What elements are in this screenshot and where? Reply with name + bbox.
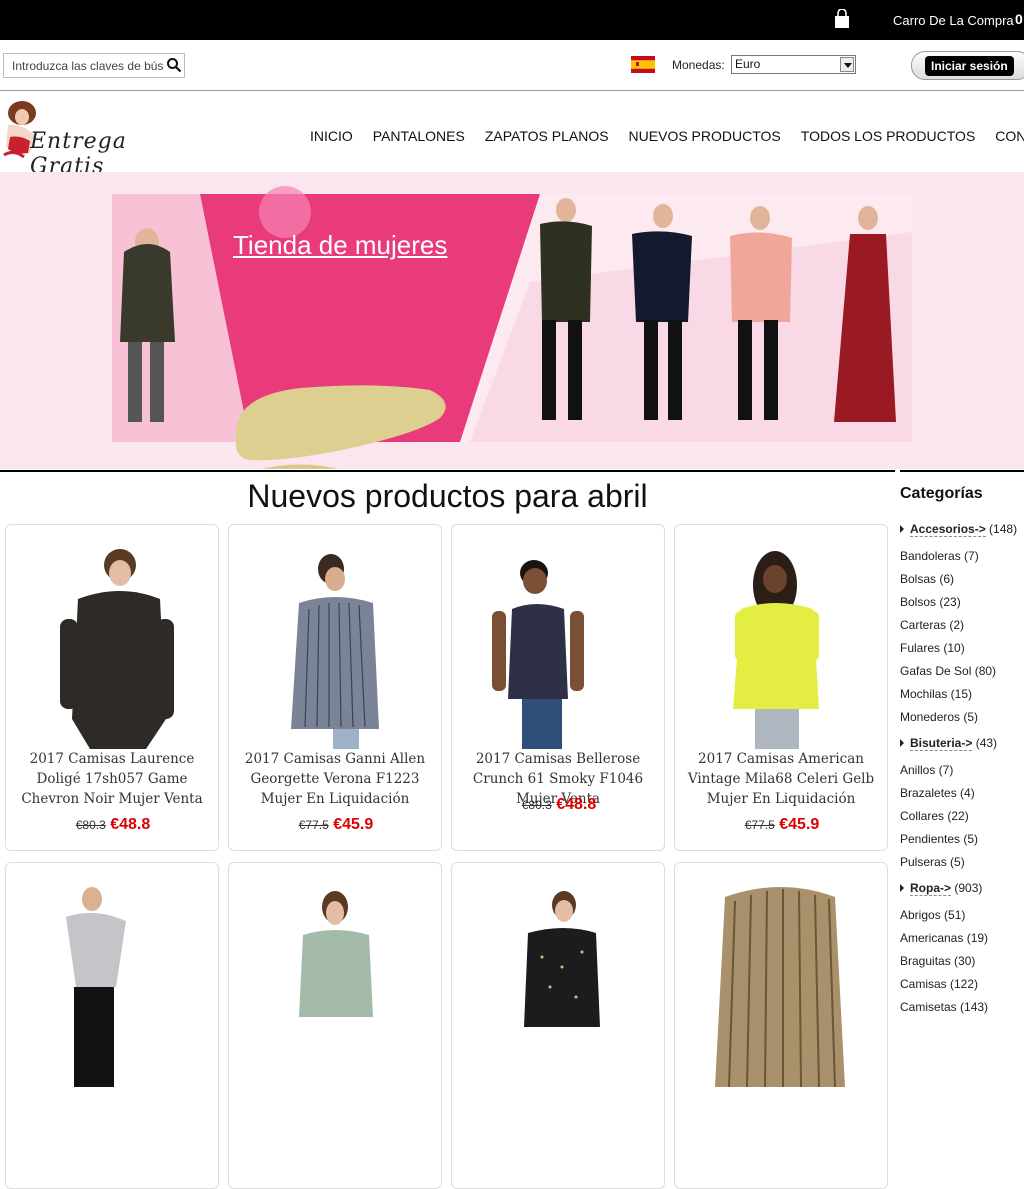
search-input[interactable] xyxy=(4,54,164,77)
product-image[interactable] xyxy=(452,539,665,749)
sale-price: €45.9 xyxy=(779,816,820,833)
section-divider xyxy=(0,470,895,472)
sale-price: €48.8 xyxy=(110,816,151,833)
category-item[interactable]: Monederos (5) xyxy=(900,710,978,724)
price-row: €77.5 €45.9 xyxy=(229,816,441,834)
cart-count: 0 xyxy=(1015,11,1023,27)
categories-title: Categorías xyxy=(900,485,983,502)
caret-right-icon xyxy=(900,525,904,533)
category-item[interactable]: Pendientes (5) xyxy=(900,832,978,846)
category-item[interactable]: Camisetas (143) xyxy=(900,1000,988,1014)
nav-item-inicio[interactable]: INICIO xyxy=(310,128,353,144)
chevron-down-icon[interactable] xyxy=(840,57,854,72)
category-item[interactable]: Gafas De Sol (80) xyxy=(900,664,996,678)
header-divider xyxy=(0,90,1024,91)
spain-flag-icon[interactable] xyxy=(631,56,655,73)
category-item[interactable]: Anillos (7) xyxy=(900,763,953,777)
caret-right-icon xyxy=(900,739,904,747)
product-card[interactable] xyxy=(228,862,442,1189)
price-row: €80.3 €48.8 xyxy=(6,816,218,834)
category-item[interactable]: Pulseras (5) xyxy=(900,855,965,869)
currency-selected-value: Euro xyxy=(735,57,761,71)
product-card[interactable] xyxy=(5,862,219,1189)
product-name[interactable]: 2017 Camisas Ganni Allen Georgette Veron… xyxy=(237,749,433,809)
product-card[interactable]: 2017 Camisas Laurence Doligé 17sh057 Gam… xyxy=(5,524,219,851)
category-parent-label[interactable]: Bisuteria-> xyxy=(910,736,973,751)
hero-banner[interactable]: Tienda de mujeres xyxy=(0,172,1024,469)
price-row: €80.3 €48.8 xyxy=(452,796,664,814)
product-card[interactable] xyxy=(451,862,665,1189)
category-item[interactable]: Fulares (10) xyxy=(900,641,965,655)
main-nav: INICIO PANTALONES ZAPATOS PLANOS NUEVOS PRO… xyxy=(310,128,1024,146)
old-price: €77.5 xyxy=(744,818,775,832)
product-image[interactable] xyxy=(452,877,665,1087)
old-price: €80.3 xyxy=(75,818,106,832)
login-button[interactable]: Iniciar sesión xyxy=(925,56,1014,76)
category-item[interactable]: Braguitas (30) xyxy=(900,954,975,968)
category-item[interactable]: Collares (22) xyxy=(900,809,969,823)
category-item[interactable]: Brazaletes (4) xyxy=(900,786,975,800)
category-parent-accesorios[interactable]: Accesorios-> (148) xyxy=(900,522,1018,537)
product-card[interactable]: 2017 Camisas American Vintage Mila68 Cel… xyxy=(674,524,888,851)
site-logo[interactable]: Entrega Gratis xyxy=(0,95,205,179)
sale-price: €48.8 xyxy=(556,796,597,813)
product-image[interactable] xyxy=(675,539,888,749)
category-parent-bisuteria[interactable]: Bisuteria-> (43) xyxy=(900,736,998,751)
old-price: €80.3 xyxy=(521,798,552,812)
search-box xyxy=(3,53,185,78)
category-item[interactable]: Abrigos (51) xyxy=(900,908,965,922)
product-image[interactable] xyxy=(229,539,442,749)
category-item[interactable]: Bandoleras (7) xyxy=(900,549,979,563)
section-title: Nuevos productos para abril xyxy=(247,478,648,514)
currency-label: Monedas: xyxy=(672,58,725,72)
product-name[interactable]: 2017 Camisas Laurence Doligé 17sh057 Gam… xyxy=(14,749,210,809)
top-bar: Carro De La Compra 0 xyxy=(0,0,1024,40)
shopping-bag-icon[interactable] xyxy=(833,9,851,29)
search-icon[interactable] xyxy=(166,57,182,73)
sale-price: €45.9 xyxy=(333,816,374,833)
login-container: Iniciar sesión xyxy=(911,51,1024,80)
category-parent-label[interactable]: Ropa-> xyxy=(910,881,952,896)
category-item[interactable]: Camisas (122) xyxy=(900,977,978,991)
price-row: €77.5 €45.9 xyxy=(675,816,887,834)
category-parent-ropa[interactable]: Ropa-> (903) xyxy=(900,881,983,896)
nav-item-zapatos-planos[interactable]: ZAPATOS PLANOS xyxy=(485,128,609,144)
old-price: €77.5 xyxy=(298,818,329,832)
product-card[interactable]: 2017 Camisas Ganni Allen Georgette Veron… xyxy=(228,524,442,851)
product-name[interactable]: 2017 Camisas American Vintage Mila68 Cel… xyxy=(683,749,879,809)
caret-right-icon xyxy=(900,884,904,892)
product-image[interactable] xyxy=(229,877,442,1087)
category-count: (903) xyxy=(954,881,983,895)
nav-item-pantalones[interactable]: PANTALONES xyxy=(373,128,465,144)
category-item[interactable]: Bolsos (23) xyxy=(900,595,961,609)
sidebar-divider xyxy=(900,470,1024,472)
banner-title: Tienda de mujeres xyxy=(233,230,448,260)
category-count: (43) xyxy=(975,736,998,750)
category-item[interactable]: Americanas (19) xyxy=(900,931,988,945)
product-card[interactable]: 2017 Camisas Bellerose Crunch 61 Smoky F… xyxy=(451,524,665,851)
banner-image xyxy=(112,186,912,469)
product-card[interactable] xyxy=(674,862,888,1189)
product-image[interactable] xyxy=(6,539,219,749)
currency-select[interactable]: Euro xyxy=(731,55,856,74)
category-item[interactable]: Carteras (2) xyxy=(900,618,964,632)
nav-item-todos-los-productos[interactable]: TODOS LOS PRODUCTOS xyxy=(801,128,976,144)
category-item[interactable]: Mochilas (15) xyxy=(900,687,972,701)
nav-item-nuevos-productos[interactable]: NUEVOS PRODUCTOS xyxy=(629,128,781,144)
category-parent-label[interactable]: Accesorios-> xyxy=(910,522,986,537)
product-image[interactable] xyxy=(675,877,888,1087)
category-count: (148) xyxy=(989,522,1018,536)
cart-link[interactable]: Carro De La Compra xyxy=(893,13,1014,28)
category-item[interactable]: Bolsas (6) xyxy=(900,572,954,586)
nav-item-contacto[interactable]: CONTACTO xyxy=(995,128,1024,144)
product-image[interactable] xyxy=(6,877,219,1087)
